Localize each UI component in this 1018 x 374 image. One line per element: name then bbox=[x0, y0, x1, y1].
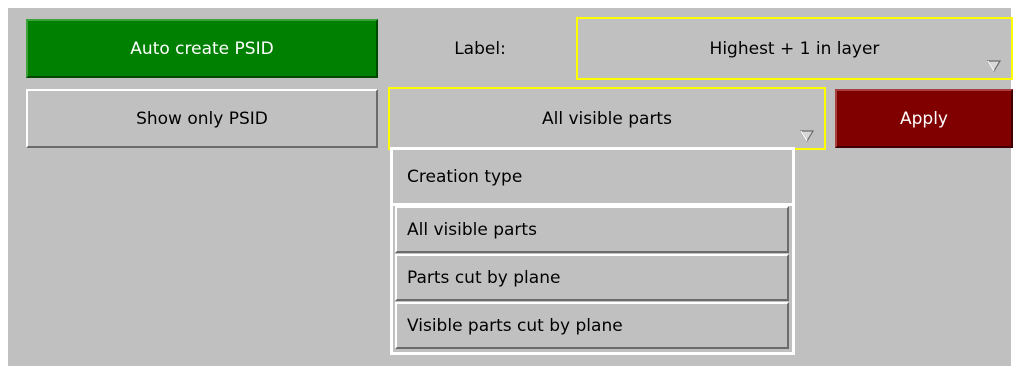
chevron-down-icon bbox=[987, 60, 1001, 72]
menu-item-parts-cut-by-plane[interactable]: Parts cut by plane bbox=[395, 254, 789, 301]
label-dropdown-value: Highest + 1 in layer bbox=[709, 38, 880, 59]
creation-type-dropdown-value: All visible parts bbox=[542, 108, 672, 129]
creation-type-menu: Creation type All visible parts Parts cu… bbox=[390, 147, 795, 355]
show-only-psid-button[interactable]: Show only PSID bbox=[26, 89, 378, 148]
chevron-down-icon bbox=[800, 130, 814, 142]
creation-type-dropdown[interactable]: All visible parts bbox=[388, 87, 826, 150]
menu-item-visible-parts-cut-by-plane[interactable]: Visible parts cut by plane bbox=[395, 302, 789, 349]
label-dropdown[interactable]: Highest + 1 in layer bbox=[576, 17, 1013, 80]
label-caption: Label: bbox=[454, 38, 506, 59]
auto-create-psid-button[interactable]: Auto create PSID bbox=[26, 19, 378, 78]
apply-button[interactable]: Apply bbox=[835, 89, 1013, 148]
menu-title: Creation type bbox=[393, 150, 792, 206]
menu-item-all-visible-parts[interactable]: All visible parts bbox=[395, 206, 789, 253]
